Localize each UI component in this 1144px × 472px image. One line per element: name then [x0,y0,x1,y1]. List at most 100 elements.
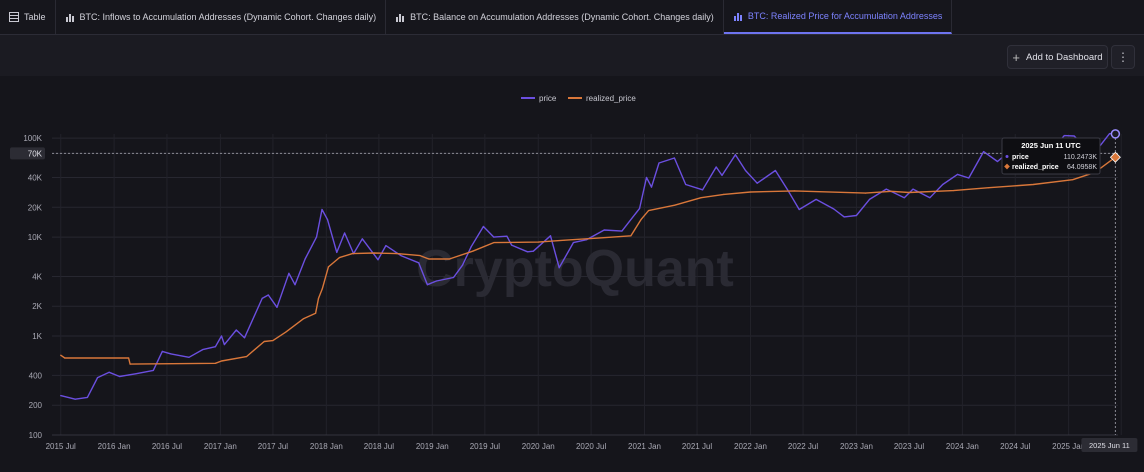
data-point-realized-price [723,193,725,195]
data-point-price [650,186,653,188]
data-point-price [435,280,437,282]
data-point-price [645,176,648,179]
tab-bar: Table BTC: Inflows to Accumulation Addre… [0,0,1144,35]
data-point-price [855,214,858,217]
more-options-button[interactable]: ⋮ [1111,45,1135,69]
data-point-price [108,371,110,373]
data-point-price [506,235,508,237]
data-point-price [294,284,296,286]
y-tick-label: 100 [29,431,43,440]
data-point-price [235,329,237,331]
data-point-price [426,284,428,286]
data-point-realized-price [285,331,287,333]
data-point-price [868,198,871,201]
data-point-realized-price [890,190,892,192]
data-point-realized-price [64,357,66,359]
chart-panel: 100 200 400 1K 2K 4K 10K 20K 40K 70K 100K 2015 Jul 2… [0,76,1144,472]
data-point-realized-price [630,235,632,237]
x-tick-label: 2024 Jan [946,442,979,451]
data-point-realized-price [428,258,430,260]
data-point-price [744,169,747,172]
y-tick-label: 200 [29,401,43,410]
data-point-price [385,244,387,247]
tab-label: BTC: Inflows to Accumulation Addresses (… [79,12,377,22]
data-point-price [956,173,959,175]
x-tick-label: 2025 Jan [1052,442,1085,451]
y-tick-label: 100K [23,134,42,143]
y-tick-label: 2K [32,302,42,311]
data-point-price [912,188,914,190]
data-point-price [188,356,190,358]
plus-icon: + [1012,49,1020,65]
tab-balance[interactable]: BTC: Balance on Accumulation Addresses (… [386,0,724,34]
chart-svg[interactable]: 100 200 400 1K 2K 4K 10K 20K 40K 70K 100K 2015 Jul 2… [0,76,1144,472]
data-point-realized-price [700,197,702,199]
data-point-price [510,244,513,246]
tab-realized-price[interactable]: BTC: Realized Price for Accumulation Add… [723,0,953,34]
data-point-price [470,246,472,248]
x-tick-label: 2022 Jan [734,442,767,451]
data-point-price [214,346,217,348]
data-point-price [243,337,246,339]
data-point-price [942,183,944,186]
data-point-realized-price [988,187,990,189]
x-tick-label: 2024 Jul [1000,442,1030,451]
data-point-price [161,350,163,352]
tooltip-title: 2025 Jun 11 UTC [1021,141,1081,150]
x-tick-label: 2019 Jul [470,442,500,451]
y-tick-label: 20K [28,203,43,212]
data-point-price [361,238,363,240]
data-point-realized-price [220,360,223,362]
data-point-price [152,369,154,371]
data-point-realized-price [749,191,752,193]
data-point-realized-price [952,189,954,192]
tab-table[interactable]: Table [0,0,56,34]
data-point-realized-price [472,250,474,252]
bar-chart-icon [733,13,742,21]
x-tick-label: 2023 Jul [894,442,924,451]
legend-label-realized-price: realized_price [586,94,636,103]
data-point-realized-price [338,257,341,259]
data-point-price [344,232,346,234]
data-point-price [532,250,534,252]
data-point-price [721,174,723,176]
data-point-price [461,264,464,266]
data-point-price [929,197,931,199]
data-point-price [86,396,89,398]
data-point-price [701,189,704,191]
data-point-realized-price [272,339,274,342]
data-point-realized-price [640,219,642,221]
add-to-dashboard-button[interactable]: + Add to Dashboard [1007,45,1108,69]
data-point-price [276,306,278,308]
data-point-price [119,375,121,378]
tab-inflows[interactable]: BTC: Inflows to Accumulation Addresses (… [56,0,387,34]
data-point-realized-price [448,258,451,260]
data-point-price [734,154,736,156]
data-point-price [261,297,263,300]
data-point-price [220,335,223,337]
data-point-realized-price [321,288,323,290]
tab-label: Table [24,12,46,22]
data-point-price [482,225,484,228]
data-point-price [135,373,137,375]
data-point-price [549,235,552,237]
x-tick-label: 2018 Jul [364,442,394,451]
data-point-price [673,157,676,159]
data-point-price [418,262,420,264]
legend-label-price: price [539,94,557,103]
data-point-price [223,343,226,346]
x-tick-label: 2017 Jul [258,442,288,451]
data-point-price [304,258,306,260]
data-point-price [756,182,758,184]
data-point-realized-price [493,241,495,244]
data-point-realized-price [303,318,305,320]
data-point-realized-price [1072,179,1074,181]
data-point-price [885,188,887,190]
data-point-price [315,236,318,238]
x-tick-label: 2020 Jul [576,442,606,451]
data-point-realized-price [129,363,131,365]
data-point-price [288,272,290,274]
data-point-price [798,208,800,211]
data-point-price [74,398,76,400]
bar-chart-icon [65,14,74,22]
